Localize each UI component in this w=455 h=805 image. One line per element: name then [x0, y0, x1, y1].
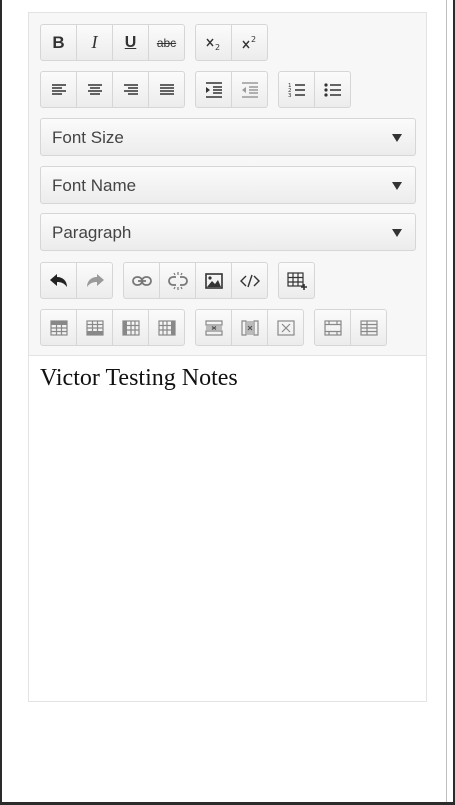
svg-text:2: 2: [251, 35, 256, 44]
italic-icon: I: [91, 32, 98, 52]
redo-icon: [86, 273, 104, 287]
table-delete-group: [195, 309, 304, 346]
unlink-button[interactable]: [159, 262, 196, 299]
history-group: [40, 262, 113, 299]
unlink-icon: [167, 271, 188, 290]
insert-row-above-button[interactable]: [40, 309, 77, 346]
svg-text:3: 3: [288, 93, 292, 98]
strikethrough-button[interactable]: abc: [148, 24, 185, 61]
delete-row-button[interactable]: [195, 309, 232, 346]
image-button[interactable]: [195, 262, 232, 299]
align-center-button[interactable]: [76, 71, 113, 108]
unordered-list-button[interactable]: [314, 71, 351, 108]
undo-button[interactable]: [40, 262, 77, 299]
superscript-icon: 2: [241, 35, 256, 48]
insert-column-right-icon: [157, 319, 176, 336]
indent-icon: [205, 81, 222, 98]
chevron-down-icon: [392, 182, 402, 190]
align-left-icon: [51, 83, 66, 95]
outdent-icon: [241, 81, 258, 98]
bold-icon: B: [52, 32, 65, 52]
insert-row-below-icon: [85, 319, 104, 336]
table-row-col-group: [40, 309, 185, 346]
justify-icon: [159, 83, 174, 95]
alignment-group: [40, 71, 185, 108]
delete-column-button[interactable]: [231, 309, 268, 346]
font-size-select[interactable]: Font Size: [40, 118, 416, 156]
align-left-button[interactable]: [40, 71, 77, 108]
insert-column-left-icon: [121, 319, 140, 336]
subscript-icon: 2: [205, 38, 220, 51]
outdent-button[interactable]: [231, 71, 268, 108]
editor-content-area[interactable]: Victor Testing Notes: [40, 365, 415, 392]
undo-icon: [49, 273, 67, 287]
merge-cells-icon: [323, 319, 342, 336]
toolbar-row-insert: [40, 262, 325, 299]
ordered-list-button[interactable]: 123: [278, 71, 315, 108]
link-icon: [131, 275, 152, 286]
code-icon: [239, 274, 260, 287]
insert-group: [123, 262, 268, 299]
justify-button[interactable]: [148, 71, 185, 108]
delete-column-icon: [240, 319, 259, 336]
insert-column-right-button[interactable]: [148, 309, 185, 346]
block-format-value: Paragraph: [52, 223, 132, 242]
insert-column-left-button[interactable]: [112, 309, 149, 346]
chevron-down-icon: [392, 229, 402, 237]
toolbar-row-formatting: B I U abc 2 2: [40, 24, 278, 61]
align-center-icon: [87, 83, 102, 95]
split-cells-icon: [359, 319, 378, 336]
content-paragraph: Victor Testing Notes: [40, 365, 238, 391]
delete-table-button[interactable]: [267, 309, 304, 346]
redo-button[interactable]: [76, 262, 113, 299]
unordered-list-icon: [323, 82, 341, 97]
rich-text-editor: B I U abc 2 2 1 2 3 Font Size Font Name …: [28, 12, 427, 702]
font-size-value: Font Size: [52, 128, 124, 147]
text-style-group: B I U abc: [40, 24, 185, 61]
split-cells-button[interactable]: [350, 309, 387, 346]
indent-group: [195, 71, 268, 108]
merge-cells-button[interactable]: [314, 309, 351, 346]
cell-group: [314, 309, 387, 346]
font-name-value: Font Name: [52, 176, 137, 195]
align-right-icon: [123, 83, 138, 95]
insert-row-above-icon: [49, 319, 68, 336]
toolbar-row-paragraph: 123: [40, 71, 361, 108]
code-view-button[interactable]: [231, 262, 268, 299]
italic-button[interactable]: I: [76, 24, 113, 61]
subscript-button[interactable]: 2: [195, 24, 232, 61]
toolbar-row-table: [40, 309, 397, 346]
insert-row-below-button[interactable]: [76, 309, 113, 346]
delete-row-icon: [204, 319, 223, 336]
script-group: 2 2: [195, 24, 268, 61]
svg-text:2: 2: [215, 43, 220, 51]
delete-table-icon: [276, 319, 295, 336]
list-group: 123: [278, 71, 351, 108]
superscript-button[interactable]: 2: [231, 24, 268, 61]
table-insert-group: [278, 262, 315, 299]
link-button[interactable]: [123, 262, 160, 299]
insert-table-icon: [286, 271, 307, 290]
block-format-select[interactable]: Paragraph: [40, 213, 416, 251]
underline-icon: U: [124, 33, 137, 51]
align-right-button[interactable]: [112, 71, 149, 108]
ordered-list-icon: 123: [288, 83, 305, 98]
insert-table-button[interactable]: [278, 262, 315, 299]
chevron-down-icon: [392, 134, 402, 142]
indent-button[interactable]: [195, 71, 232, 108]
image-icon: [204, 272, 223, 289]
underline-button[interactable]: U: [112, 24, 149, 61]
strikethrough-icon: abc: [156, 35, 177, 50]
window-frame: B I U abc 2 2 1 2 3 Font Size Font Name …: [0, 0, 455, 805]
font-name-select[interactable]: Font Name: [40, 166, 416, 204]
editor-toolbar: B I U abc 2 2 1 2 3 Font Size Font Name …: [29, 13, 426, 356]
bold-button[interactable]: B: [40, 24, 77, 61]
